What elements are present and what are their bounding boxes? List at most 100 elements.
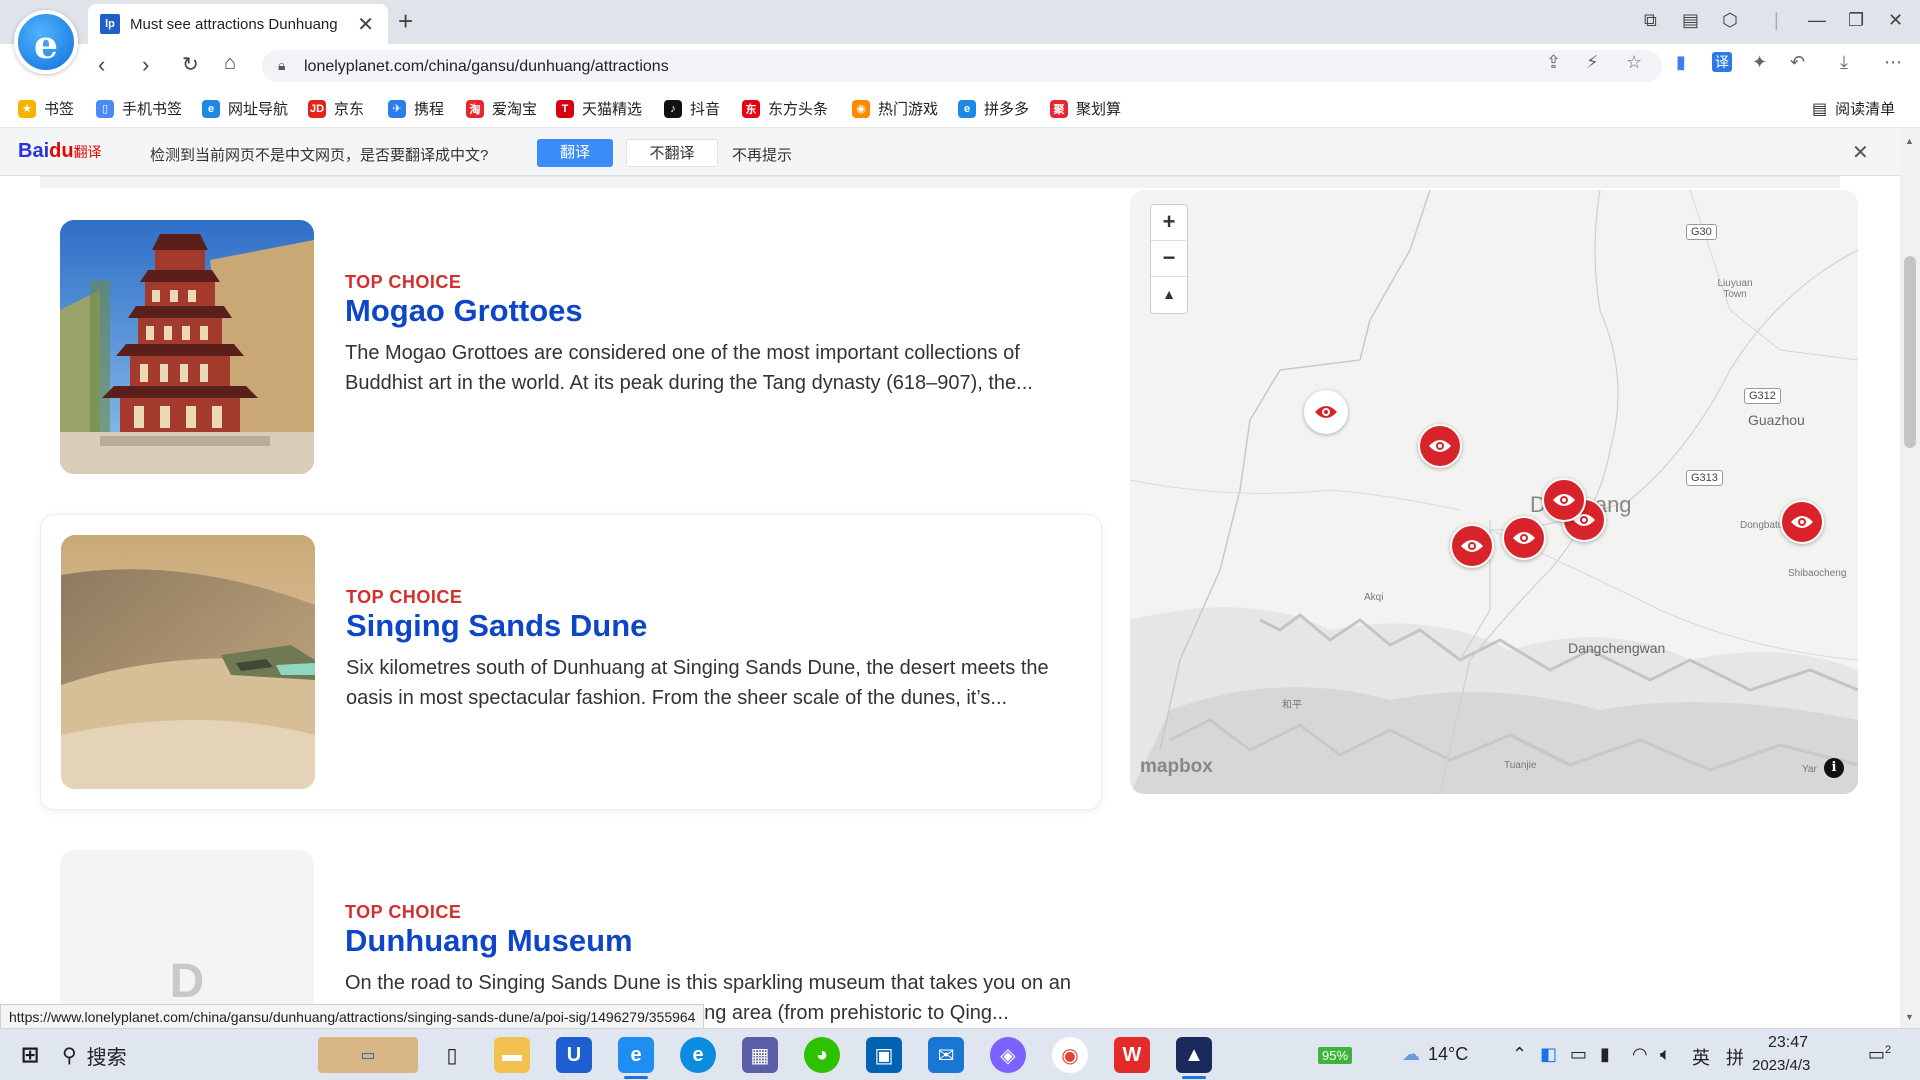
task-view-icon[interactable]: ▯ (434, 1037, 470, 1073)
bookmark-item[interactable]: 东东方头条 (742, 98, 828, 119)
notification-icon[interactable]: ▭2 (1868, 1044, 1891, 1065)
zoom-out-button[interactable]: − (1151, 241, 1187, 277)
tab-active[interactable]: lp Must see attractions Dunhuang ✕ (88, 4, 388, 44)
reload-icon[interactable]: ↻ (182, 52, 199, 77)
vertical-scrollbar[interactable]: ▲ ▼ (1900, 128, 1920, 1028)
bookmark-label: 抖音 (690, 101, 721, 118)
reading-list-button[interactable]: ▤ 阅读清单 (1812, 98, 1895, 119)
forward-icon[interactable]: › (142, 52, 149, 78)
never-translate-link[interactable]: 不再提示 (732, 144, 792, 165)
download-icon[interactable]: ⤓ (1840, 52, 1848, 73)
browser-logo-icon[interactable]: e (14, 10, 78, 74)
store-icon[interactable]: ▣ (866, 1037, 902, 1073)
new-tab-button[interactable]: + (398, 6, 413, 37)
map-pin-eye-icon[interactable] (1780, 500, 1824, 544)
attraction-card-dunhuang-museum[interactable]: D TOP CHOICE Dunhuang Museum On the road… (40, 830, 1102, 1028)
bookmark-item[interactable]: ♪ 抖音 (664, 98, 720, 119)
translate-extension-icon[interactable]: 译 (1712, 52, 1732, 72)
restore-button[interactable]: ❐ (1848, 10, 1864, 31)
clock-date[interactable]: 2023/4/3 (1752, 1057, 1810, 1074)
dunhuang-museum-placeholder-image[interactable]: D (60, 850, 314, 1028)
bookmark-item[interactable]: ▯ 手机书签 (96, 98, 182, 119)
copilot-icon[interactable]: ◈ (990, 1037, 1026, 1073)
weather-temp[interactable]: 14°C (1428, 1044, 1468, 1065)
close-window-button[interactable]: ✕ (1888, 10, 1903, 31)
favorite-star-icon[interactable]: ☆ (1626, 52, 1642, 73)
scrollbar-thumb[interactable] (1904, 256, 1916, 448)
calculator-icon[interactable]: ▦ (742, 1037, 778, 1073)
bookmark-item[interactable]: e 网址导航 (202, 98, 288, 119)
bookmark-item[interactable]: ✈ 携程 (388, 98, 444, 119)
bookmark-item[interactable]: JD 京东 (308, 98, 364, 119)
attraction-card-mogao[interactable]: TOP CHOICE Mogao Grottoes The Mogao Grot… (40, 200, 1102, 496)
edge-icon[interactable]: e (680, 1037, 716, 1073)
tray-chevron-icon[interactable]: ⌃ (1512, 1044, 1527, 1065)
compass-button[interactable]: ▲ (1151, 277, 1187, 313)
address-bar[interactable]: 🔒︎ lonelyplanet.com/china/gansu/dunhuang… (262, 50, 1662, 82)
collections-icon[interactable]: ▤ (1682, 10, 1699, 31)
map-pin-eye-icon[interactable] (1304, 390, 1348, 434)
bookmark-item[interactable]: 淘爱淘宝 (466, 98, 537, 119)
ime-language[interactable]: 英 (1692, 1044, 1710, 1070)
back-icon[interactable]: ‹ (98, 52, 105, 78)
share-icon[interactable]: ⇪ (1546, 52, 1561, 73)
attraction-card-singing-sands[interactable]: TOP CHOICE Singing Sands Dune Six kilome… (40, 514, 1102, 810)
undo-icon[interactable]: ↶ (1790, 52, 1805, 73)
lightning-icon[interactable]: ⚡ (1586, 52, 1599, 73)
extension-icon[interactable]: ⬡ (1722, 10, 1738, 31)
map-pin-eye-icon[interactable] (1502, 516, 1546, 560)
battery-icon[interactable]: 95% (1318, 1044, 1353, 1065)
bookmark-item[interactable]: 聚聚划算 (1050, 98, 1121, 119)
bookmark-item[interactable]: ◉ 热门游戏 (852, 98, 938, 119)
app-dark-icon[interactable]: ▲ (1176, 1037, 1212, 1079)
scroll-down-icon[interactable]: ▼ (1905, 1012, 1914, 1022)
attractions-map[interactable]: + − ▲ G30 G312 G313 Liuyuan Town Guazhou… (1130, 190, 1858, 794)
app-blue-icon[interactable]: U (556, 1037, 592, 1073)
wps-icon[interactable]: W (1114, 1037, 1150, 1073)
sidebar-icon[interactable]: ▮ (1676, 52, 1686, 73)
taskbar-search[interactable]: ⚲ 搜索 (62, 1039, 242, 1071)
tray-battery-icon[interactable]: ▮ (1600, 1044, 1610, 1065)
chrome-icon[interactable]: ◉ (1052, 1037, 1088, 1073)
tray-app-icon[interactable]: ◧ (1540, 1044, 1557, 1065)
search-highlight-icon[interactable]: ▭ (318, 1037, 418, 1073)
mogao-grottoes-image[interactable] (60, 220, 314, 474)
windows-start-icon[interactable]: ⊞ (12, 1037, 48, 1073)
tray-display-icon[interactable]: ▭ (1570, 1044, 1587, 1065)
translate-button[interactable]: 翻译 (537, 139, 613, 167)
zoom-controls: + − ▲ (1150, 204, 1188, 314)
extensions-puzzle-icon[interactable]: ✦ (1752, 52, 1767, 73)
map-info-icon[interactable]: i (1824, 758, 1844, 778)
minimize-button[interactable]: — (1808, 10, 1826, 31)
volume-icon[interactable]: 🔈︎ (1660, 1044, 1671, 1065)
attraction-title-link[interactable]: Mogao Grottoes (345, 293, 583, 329)
tab-close-icon[interactable]: ✕ (357, 12, 374, 37)
attraction-title-link[interactable]: Dunhuang Museum (345, 923, 633, 959)
weather-icon[interactable]: ☁ (1402, 1044, 1420, 1065)
translate-close-icon[interactable]: ✕ (1852, 140, 1869, 165)
clock-time[interactable]: 23:47 (1768, 1034, 1808, 1052)
scroll-up-icon[interactable]: ▲ (1905, 136, 1914, 146)
zoom-in-button[interactable]: + (1151, 205, 1187, 241)
horizontal-scrollbar[interactable] (40, 176, 1840, 188)
mail-icon[interactable]: ✉ (928, 1037, 964, 1073)
tab-count-icon[interactable]: ⧉ (1644, 10, 1657, 31)
bookmark-item[interactable]: e 拼多多 (958, 98, 1029, 119)
dont-translate-button[interactable]: 不翻译 (626, 139, 718, 167)
bookmark-item[interactable]: ★ 书签 (18, 98, 74, 119)
search-label: 搜索 (86, 1046, 127, 1069)
wifi-icon[interactable]: ◠ (1632, 1044, 1648, 1065)
wechat-icon[interactable]: ◕ (804, 1037, 840, 1073)
home-icon[interactable]: ⌂ (224, 52, 236, 75)
file-explorer-icon[interactable]: ▬ (494, 1037, 530, 1073)
more-menu-icon[interactable]: ⋯ (1884, 52, 1902, 73)
bookmark-item[interactable]: T 天猫精选 (556, 98, 642, 119)
map-pin-eye-icon[interactable] (1542, 478, 1586, 522)
browser-taskbar-icon[interactable]: e (618, 1037, 654, 1079)
mapbox-logo[interactable]: mapbox (1140, 756, 1213, 778)
ime-mode[interactable]: 拼 (1726, 1044, 1744, 1070)
map-pin-eye-icon[interactable] (1450, 524, 1494, 568)
singing-sands-dune-image[interactable] (61, 535, 315, 789)
attraction-title-link[interactable]: Singing Sands Dune (346, 608, 647, 644)
map-pin-eye-icon[interactable] (1418, 424, 1462, 468)
